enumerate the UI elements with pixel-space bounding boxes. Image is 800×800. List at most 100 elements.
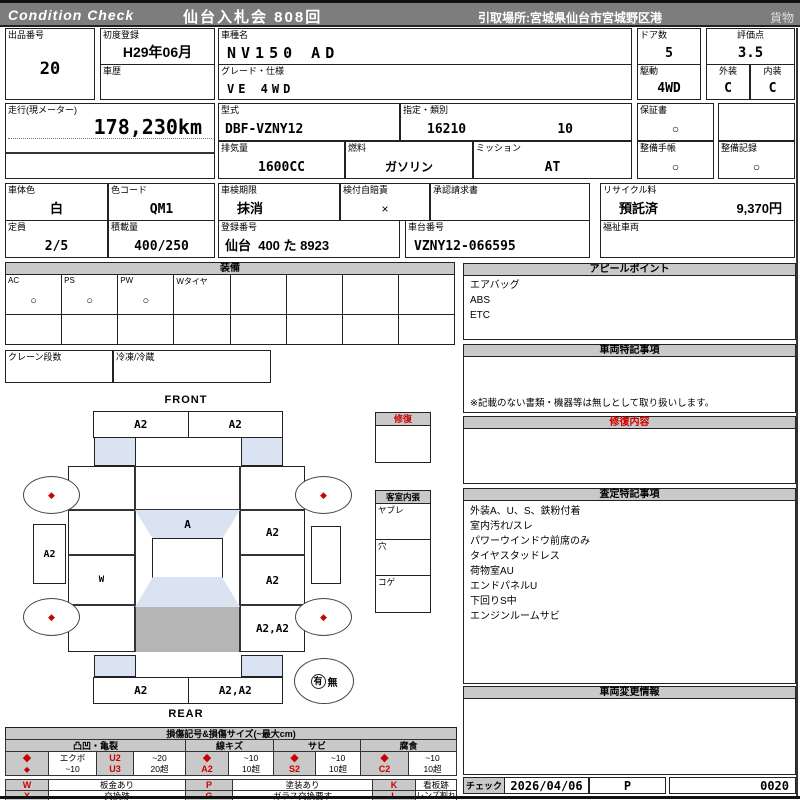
- equipment-cell-empty: [343, 275, 399, 314]
- equipment-cell-empty: [231, 315, 287, 344]
- lot-number-box: 出品番号 20: [5, 28, 95, 100]
- score-box: 評価点 3.5: [706, 28, 795, 65]
- damage-diamond-icon: ◆: [48, 611, 55, 622]
- cargo-tag: 貨物: [769, 11, 794, 25]
- check-number-box: 0020: [669, 777, 796, 794]
- equipment-cell-empty: [287, 315, 343, 344]
- appeal-points-body: エアバッグ ABS ETC: [463, 275, 796, 340]
- transmission-label: ミッション: [476, 143, 522, 153]
- divider-line: [6, 152, 214, 154]
- front-bumper-panel: A2 A2: [93, 411, 283, 438]
- check-date-value: 2026/04/06: [510, 779, 583, 793]
- assessment-line: 室内汚れ/スレ: [470, 521, 533, 532]
- equipment-cell-empty: [118, 315, 175, 344]
- chassis-number-box: 車台番号 VZNY12-066595: [405, 220, 590, 258]
- grade-box: グレード・仕様 VE 4WD: [218, 64, 632, 100]
- recycle-fee-box: リサイクル料 預託済 9,370円: [600, 183, 795, 221]
- model-code-value: DBF-VZNY12: [225, 122, 304, 137]
- load-capacity-box: 積載量 400/250: [108, 220, 215, 258]
- crane-box: クレーン段数: [5, 350, 113, 383]
- front-right-wheel: ◆: [295, 476, 352, 514]
- legend-cell: ~10: [316, 752, 361, 763]
- sheet-bottom-edge: [0, 796, 800, 799]
- color-code-value: QM1: [149, 202, 174, 217]
- legend-cell: ~10: [229, 752, 274, 763]
- fridge-box: 冷凍/冷蔵: [113, 350, 271, 383]
- equipment-ps-label: PS: [64, 276, 75, 285]
- equipment-cell-ps: PS ○: [62, 275, 119, 314]
- right-headlight-panel: [241, 437, 283, 466]
- damage-diamond-icon: ◆: [186, 752, 229, 763]
- maintenance-book-label: 整備手帳: [640, 143, 677, 153]
- interior-grade-value: C: [768, 81, 777, 96]
- lot-number-value: 20: [39, 59, 61, 79]
- first-registration-value: H29年06月: [122, 44, 193, 60]
- legend-cell: 塗装あり: [233, 780, 373, 790]
- vehicle-notes-disclaimer: ※記載のない書類・機器等は無しとして取り扱いします。: [470, 398, 715, 409]
- sheet-right-edge: [796, 28, 798, 797]
- score-label: 評価点: [736, 30, 764, 40]
- damage-diamond-icon: ◆: [6, 752, 49, 763]
- legend-cell: 10超: [423, 764, 442, 774]
- exterior-grade-value: C: [724, 81, 732, 96]
- assessment-line: エンドパネルU: [470, 581, 538, 592]
- displacement-box: 排気量 1600CC: [218, 141, 345, 179]
- spare-tire-indicator: 有 無: [294, 658, 354, 704]
- class-number-value: 16210: [427, 122, 467, 137]
- load-capacity-value: 400/250: [134, 239, 189, 254]
- recycle-status-value: 預託済: [619, 201, 659, 216]
- first-registration-label: 初度登録: [103, 30, 140, 40]
- assessment-line: 外装A、U、S、鉄粉付着: [470, 506, 581, 517]
- capacity-label: 定員: [8, 222, 27, 232]
- left-side-mark: A2: [43, 548, 56, 560]
- rear-window-panel: [135, 577, 240, 607]
- front-bumper-left: A2: [94, 412, 189, 437]
- damage-diamond-icon: ◆: [320, 489, 327, 500]
- legend-cell: ~10: [49, 763, 97, 775]
- grade-value: VE 4WD: [227, 82, 295, 96]
- color-code-box: 色コード QM1: [108, 183, 215, 221]
- model-code-label: 型式: [221, 105, 240, 115]
- equipment-pw-label: PW: [120, 276, 134, 285]
- equipment-ac-mark: ○: [30, 295, 37, 307]
- crane-label: クレーン段数: [8, 352, 62, 362]
- equipment-ps-mark: ○: [86, 295, 94, 307]
- check-number-value: 0020: [760, 779, 789, 793]
- equipment-cell-wtire: Wタイヤ: [174, 275, 231, 314]
- cabin-hole-label: 穴: [378, 541, 387, 551]
- interior-grade-box: 内装 C: [750, 64, 795, 100]
- legend-cell: 20超: [134, 763, 186, 775]
- cabin-tear-label: ヤブレ: [378, 505, 404, 515]
- cabin-lining-header: 客室内張: [375, 490, 431, 504]
- transmission-value: AT: [544, 160, 561, 175]
- welfare-vehicle-box: 福祉車両: [600, 220, 795, 258]
- front-direction-label: FRONT: [164, 393, 208, 406]
- model-code-box: 型式 DBF-VZNY12: [218, 103, 400, 141]
- assessment-notes-body: 外装A、U、S、鉄粉付着 室内汚れ/スレ パワーウインドウ前席のみ タイヤスタッ…: [463, 500, 796, 684]
- repair-details-body: [463, 428, 796, 484]
- title-bar: Condition Check 仙台入札会 808回 引取場所:宮城県仙台市宮城…: [0, 0, 800, 27]
- approval-request-box: 承認請求書: [430, 183, 590, 221]
- rear-bumper-left-mark: A2: [134, 684, 148, 697]
- registration-number-value: 仙台 400 た 8923: [225, 238, 330, 253]
- mileage-label: 走行(現メーター): [8, 105, 77, 115]
- exterior-grade-label: 外装: [718, 66, 737, 76]
- registration-number-label: 登録番号: [221, 222, 258, 232]
- repair-mini-header: 修復: [375, 412, 431, 426]
- vehicle-history-label: 車歴: [103, 66, 122, 76]
- mileage-box: 走行(現メーター) 178,230km: [5, 103, 215, 179]
- equipment-cell-empty: [287, 275, 343, 314]
- fuel-box: 燃料 ガソリン: [345, 141, 473, 179]
- equipment-cell-empty: [62, 315, 119, 344]
- drive-label: 駆動: [640, 66, 659, 76]
- left-side-panel: A2: [33, 524, 66, 584]
- damage-diamond-icon: ◆: [6, 763, 49, 775]
- legend-group-scratch: 線キズ: [186, 740, 274, 751]
- rear-direction-label: REAR: [168, 707, 204, 720]
- chassis-number-value: VZNY12-066595: [414, 239, 516, 254]
- equipment-cell-ac: AC ○: [6, 275, 63, 314]
- rear-bumper-left: A2: [94, 678, 189, 703]
- damage-diamond-icon: ◆: [320, 611, 327, 622]
- check-label: チェック: [463, 777, 505, 794]
- legend-cell: 10超: [229, 763, 274, 775]
